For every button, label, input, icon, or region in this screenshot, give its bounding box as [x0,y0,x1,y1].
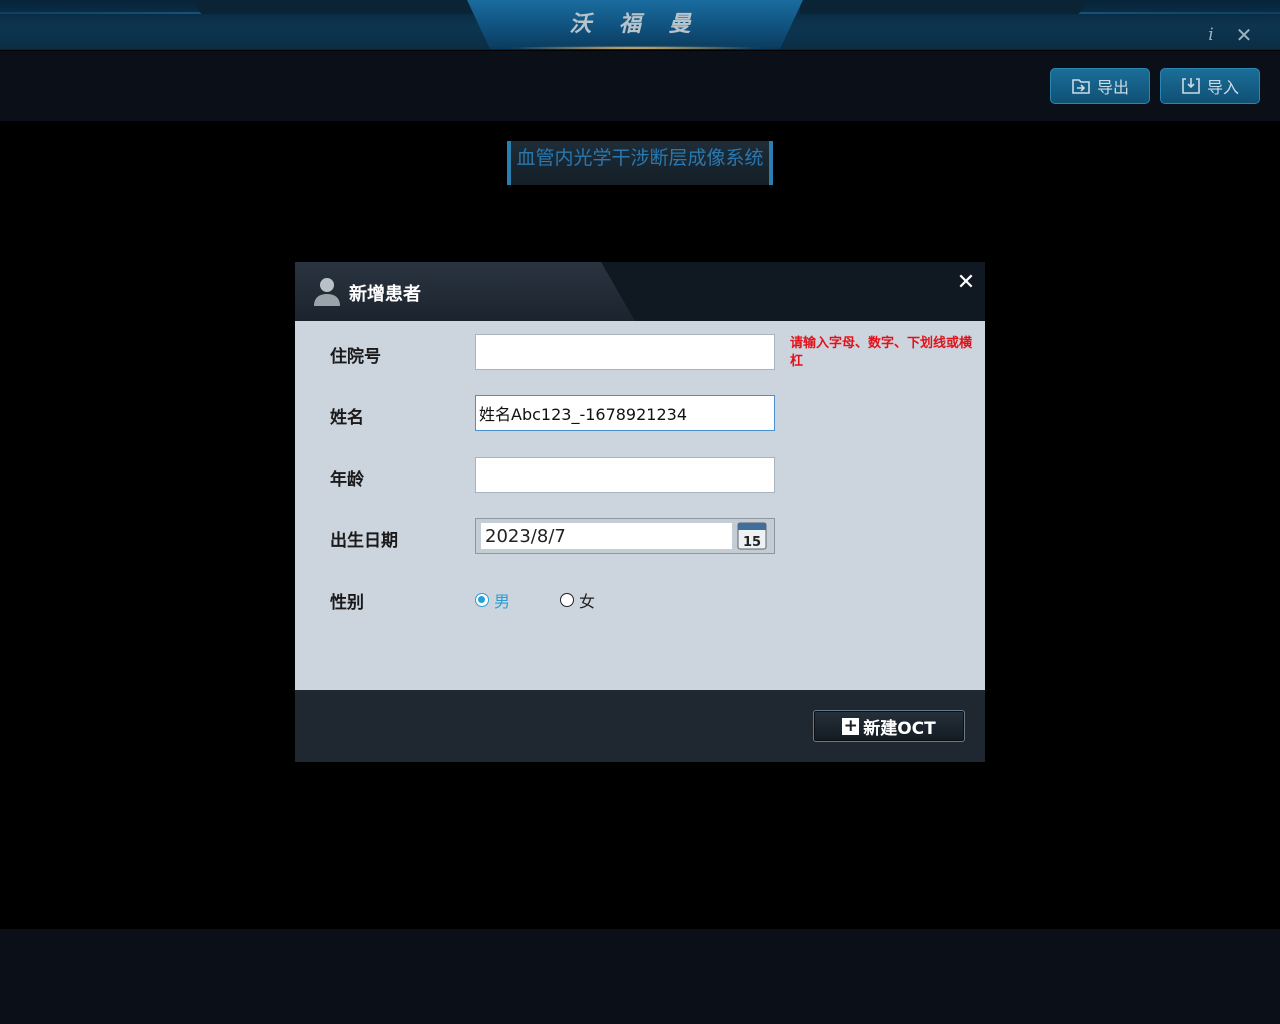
info-icon[interactable]: i [1200,24,1222,46]
gender-label: 性别 [330,593,364,613]
system-title: 血管内光学干涉断层成像系统 [507,141,773,185]
new-oct-label: 新建OCT [863,718,936,739]
birth-date-input[interactable] [480,522,733,550]
add-patient-dialog: 新增患者 ✕ 住院号 请输入字母、数字、下划线或横杠 姓名 年龄 出生日期 15… [295,262,985,762]
import-button[interactable]: 导入 [1160,68,1260,104]
plus-icon: + [842,715,860,736]
title-bar-shade-right [800,0,1090,14]
gender-female-label: 女 [579,592,596,611]
admission-number-input[interactable] [475,334,775,370]
error-message: 请输入字母、数字、下划线或横杠 [790,336,973,369]
folder-export-icon [1072,79,1090,94]
name-label: 姓名 [330,408,364,428]
dialog-title: 新增患者 [349,284,421,305]
toolbar: 导出 导入 [0,51,1280,121]
title-bar-shade-left [190,0,480,14]
birth-date-label: 出生日期 [330,531,398,551]
dialog-header: 新增患者 ✕ [295,262,985,321]
radio-dot-female [560,593,574,607]
import-label: 导入 [1206,78,1239,97]
dialog-body: 住院号 请输入字母、数字、下划线或横杠 姓名 年龄 出生日期 15 性别 男 女 [295,321,985,690]
calendar-icon[interactable]: 15 [737,522,767,550]
calendar-day: 15 [743,535,761,550]
age-input[interactable] [475,457,775,493]
bottom-bar [0,929,1280,1024]
name-input[interactable] [475,395,775,431]
gender-male-radio[interactable]: 男 [475,588,510,612]
dialog-footer: + 新建OCT [295,690,985,762]
new-oct-button[interactable]: + 新建OCT [813,710,965,742]
radio-dot-male [475,593,489,607]
app-brand: 沃 福 曼 [569,12,701,37]
birth-date-picker: 15 [475,518,775,554]
export-button[interactable]: 导出 [1050,68,1150,104]
user-icon [314,278,340,306]
import-icon [1182,78,1200,94]
age-label: 年龄 [330,470,364,490]
dialog-header-tab [295,262,635,321]
title-bar: 沃 福 曼 i ✕ [0,0,1280,50]
gender-female-radio[interactable]: 女 [560,588,595,612]
dialog-close-icon[interactable]: ✕ [955,270,977,295]
admission-number-label: 住院号 [330,347,381,367]
gender-male-label: 男 [494,592,511,611]
export-label: 导出 [1096,78,1129,97]
close-icon[interactable]: ✕ [1233,24,1255,46]
